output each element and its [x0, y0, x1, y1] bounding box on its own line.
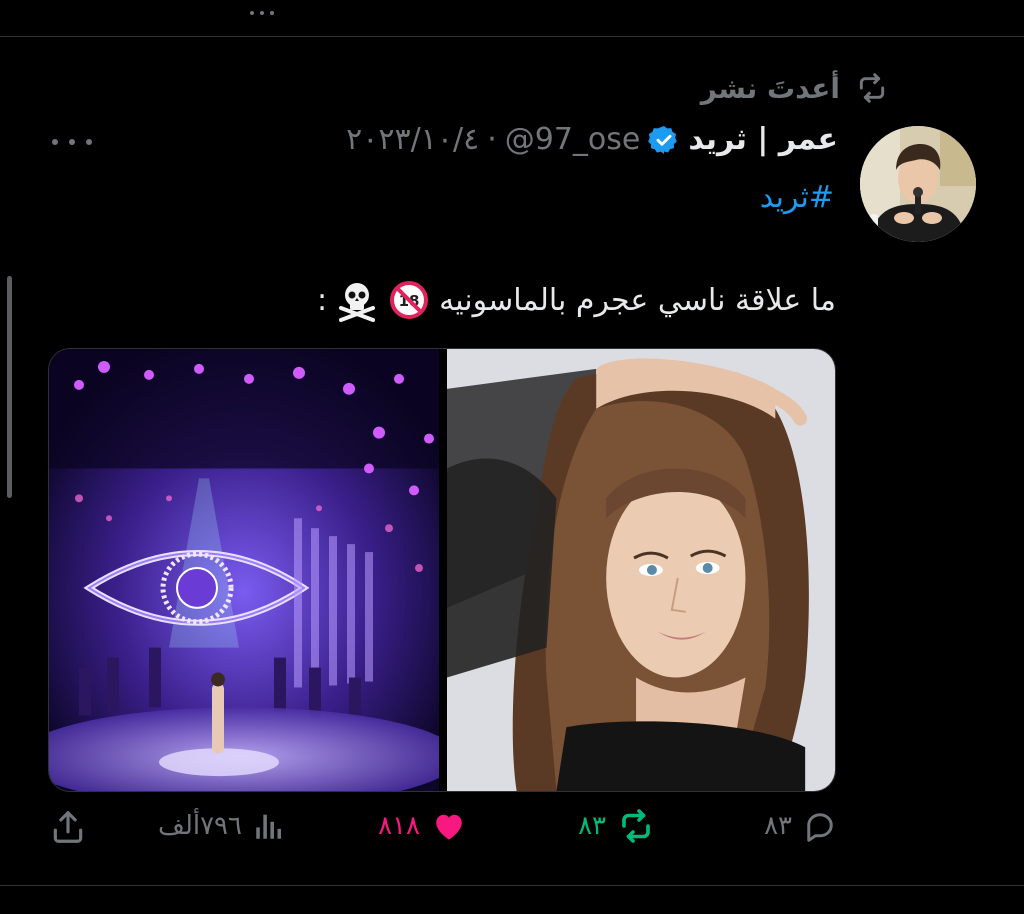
like-button[interactable]: ٨١٨ [378, 808, 468, 844]
author-row: عمر | ثريد @97_ose · ٢٠٢٣/١٠/٤ [346, 122, 838, 157]
like-count: ٨١٨ [378, 811, 420, 841]
media-grid [48, 348, 836, 792]
author-name[interactable]: عمر | ثريد [688, 122, 838, 157]
top-divider [0, 36, 1024, 37]
retweet-count: ٨٣ [578, 811, 606, 841]
ellipsis-icon[interactable] [52, 132, 92, 152]
scrollbar[interactable] [7, 276, 12, 498]
repost-label: أعدتَ نشر [700, 71, 840, 105]
views-icon [252, 808, 286, 844]
skull-and-crossbones-emoji [335, 278, 379, 322]
bottom-divider [0, 885, 1024, 886]
retweet-icon [616, 808, 656, 844]
tweet-date[interactable]: ٢٠٢٣/١٠/٤ [346, 122, 479, 157]
hashtag-link[interactable]: #ثريد [760, 180, 834, 215]
retweet-button[interactable]: ٨٣ [578, 808, 656, 844]
media-divider [439, 349, 447, 791]
heart-icon [430, 808, 468, 844]
tweet-action-bar: ٨٣ ٨٣ ٨١٨ ٧٩٦ألف [48, 808, 838, 864]
share-button[interactable] [48, 808, 88, 846]
reply-button[interactable]: ٨٣ [764, 808, 838, 844]
tweet-body: ما علاقة ناسي عجرم بالماسونيه [439, 282, 836, 318]
top-edge-fragment [250, 0, 290, 15]
reply-icon [802, 808, 838, 844]
share-icon [48, 808, 88, 846]
portrait-photo[interactable] [447, 349, 835, 791]
concert-stage-photo[interactable] [49, 349, 439, 791]
tweet-trailing-colon: : [317, 282, 328, 318]
avatar[interactable] [860, 126, 976, 242]
repost-header: أعدتَ نشر [701, 70, 892, 106]
tweet-detail-page: أعدتَ نشر عمر | ثريد @97_ose · ٢٠٢٣/١٠/٤… [0, 0, 1024, 914]
separator-dot: · [487, 122, 497, 157]
verified-badge-icon[interactable] [648, 124, 680, 156]
reply-count: ٨٣ [764, 811, 792, 841]
views-count: ٧٩٦ألف [158, 811, 242, 841]
author-handle[interactable]: @97_ose [505, 122, 641, 157]
retweet-icon [852, 70, 892, 106]
views-button[interactable]: ٧٩٦ألف [158, 808, 286, 844]
no-one-under-eighteen-emoji: 18 [387, 278, 431, 322]
tweet-text: ما علاقة ناسي عجرم بالماسونيه 18 : [317, 278, 836, 322]
